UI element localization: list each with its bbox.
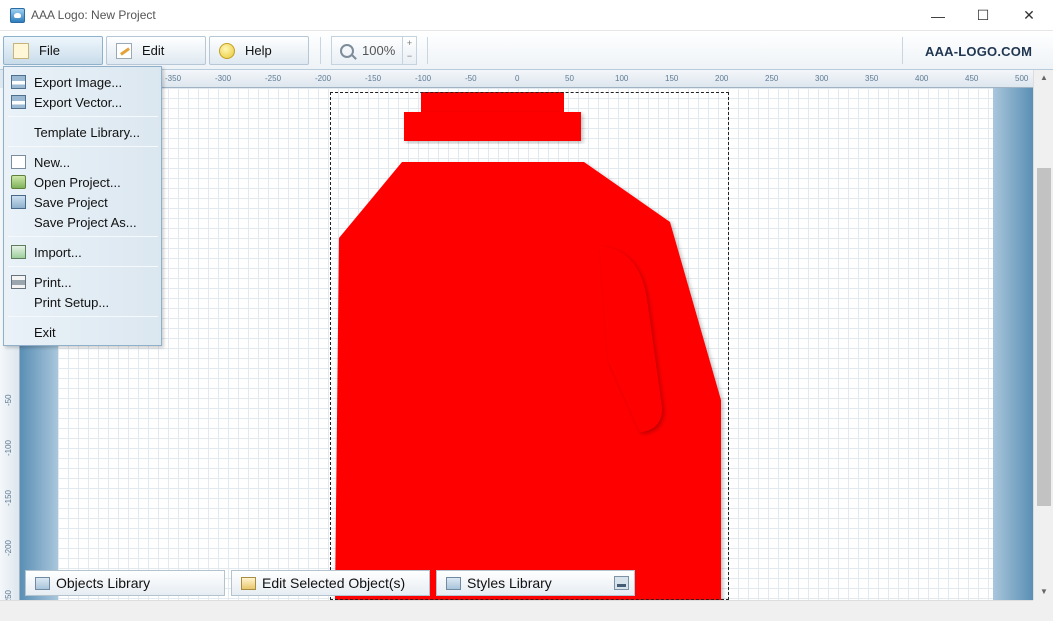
library-icon bbox=[35, 576, 50, 590]
menu-item-label: Import... bbox=[34, 245, 82, 260]
vertical-scrollbar[interactable]: ▲ ▼ bbox=[1033, 70, 1053, 600]
menu-item-label: Open Project... bbox=[34, 175, 121, 190]
save-icon bbox=[11, 195, 26, 209]
document-icon bbox=[11, 155, 26, 169]
menu-item-print[interactable]: Print... bbox=[4, 272, 161, 292]
menu-item-label: Export Image... bbox=[34, 75, 123, 90]
menu-item-label: Template Library... bbox=[34, 125, 140, 140]
menu-item-label: Print Setup... bbox=[34, 295, 110, 310]
menu-item-exit[interactable]: Exit bbox=[4, 322, 161, 342]
scroll-down-arrow-icon[interactable]: ▼ bbox=[1034, 584, 1053, 600]
vertical-scroll-thumb[interactable] bbox=[1037, 168, 1051, 506]
artboard-boundary bbox=[330, 92, 729, 600]
menu-item-print-setup[interactable]: Print Setup... bbox=[4, 292, 161, 312]
menu-separator bbox=[8, 266, 158, 267]
disk-icon bbox=[11, 95, 26, 109]
menu-item-label: Print... bbox=[34, 275, 72, 290]
file-menu-dropdown: Export Image... Export Vector... Templat… bbox=[3, 66, 162, 346]
scroll-corner bbox=[1033, 600, 1053, 621]
menu-item-label: New... bbox=[34, 155, 71, 170]
menu-item-new[interactable]: New... bbox=[4, 152, 161, 172]
menu-item-template-library[interactable]: Template Library... bbox=[4, 122, 161, 142]
menu-item-export-image[interactable]: Export Image... bbox=[4, 72, 161, 92]
import-icon bbox=[11, 245, 26, 259]
objects-library-label: Objects Library bbox=[56, 575, 151, 591]
menu-item-label: Save Project As... bbox=[34, 215, 137, 230]
menu-separator bbox=[8, 146, 158, 147]
styles-icon bbox=[446, 576, 461, 590]
menu-separator bbox=[8, 316, 158, 317]
edit-object-icon bbox=[241, 576, 256, 590]
menu-item-export-vector[interactable]: Export Vector... bbox=[4, 92, 161, 112]
objects-library-tab[interactable]: Objects Library bbox=[25, 570, 225, 596]
panel-minimize-icon[interactable] bbox=[614, 576, 629, 590]
open-folder-icon bbox=[11, 175, 26, 189]
menu-item-import[interactable]: Import... bbox=[4, 242, 161, 262]
edit-selected-label: Edit Selected Object(s) bbox=[262, 575, 406, 591]
menu-item-save-project-as[interactable]: Save Project As... bbox=[4, 212, 161, 232]
menu-item-save-project[interactable]: Save Project bbox=[4, 192, 161, 212]
scroll-up-arrow-icon[interactable]: ▲ bbox=[1034, 70, 1053, 86]
styles-library-tab[interactable]: Styles Library bbox=[436, 570, 635, 596]
menu-separator bbox=[8, 236, 158, 237]
styles-library-label: Styles Library bbox=[467, 575, 552, 591]
menu-separator bbox=[8, 116, 158, 117]
edit-selected-objects-tab[interactable]: Edit Selected Object(s) bbox=[231, 570, 430, 596]
menu-item-label: Exit bbox=[34, 325, 56, 340]
menu-item-label: Save Project bbox=[34, 195, 108, 210]
horizontal-scrollbar[interactable] bbox=[0, 600, 1033, 621]
printer-icon bbox=[11, 275, 26, 289]
menu-item-label: Export Vector... bbox=[34, 95, 123, 110]
disk-icon bbox=[11, 75, 26, 89]
menu-item-open-project[interactable]: Open Project... bbox=[4, 172, 161, 192]
